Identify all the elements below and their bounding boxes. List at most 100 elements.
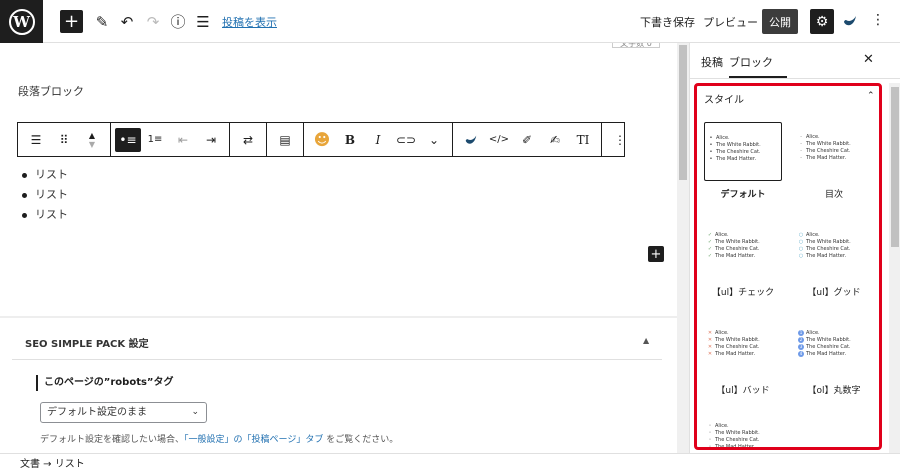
- style-option-card[interactable]: ✓ Alice. ✓ The White Rabbit. ✓ The Cheshire C…: [704, 220, 782, 298]
- swap-icon[interactable]: ⇄: [234, 123, 262, 156]
- list-marker-icon: ✕: [707, 351, 713, 357]
- preview-text: The White Rabbit.: [806, 337, 851, 343]
- editor-scrollbar[interactable]: [677, 43, 689, 453]
- style-option-card[interactable]: 1 Alice. 2 The White Rabbit. 3 The Cheshire C…: [795, 318, 873, 396]
- style-option-card[interactable]: ◦ Alice. ◦ The White Rabbit. ◦ The Cheshire C…: [704, 411, 782, 447]
- undo-button[interactable]: ↶: [117, 10, 137, 33]
- preview-text: The Mad Hatter.: [715, 351, 756, 357]
- settings-button[interactable]: ⚙: [810, 9, 834, 34]
- preview-text: The Cheshire Cat.: [806, 148, 851, 154]
- pen-icon: ✎: [95, 12, 109, 31]
- tab-block[interactable]: ブロック: [729, 54, 773, 70]
- style-preview-line: ◦ Alice.: [707, 423, 782, 430]
- style-option-label: デフォルト: [720, 190, 766, 200]
- outdent-icon[interactable]: ⇤: [169, 123, 197, 156]
- style-preview: ○ Alice. ○ The White Rabbit. ○ The Cheshire C…: [795, 220, 873, 279]
- paragraph-block[interactable]: 段落ブロック: [18, 83, 84, 99]
- details-button[interactable]: ⓘ: [168, 10, 188, 33]
- list-marker-icon: ✓: [707, 253, 713, 259]
- toolbar-group-move: ☰ ⠿ ▲ ▼: [18, 123, 111, 156]
- ordered-list-icon[interactable]: 1≡: [141, 123, 169, 156]
- close-icon[interactable]: ✕: [863, 52, 874, 67]
- parent-list-icon[interactable]: ☰: [22, 123, 50, 156]
- scrollbar-thumb[interactable]: [679, 45, 687, 180]
- sidebar-scrollbar[interactable]: [889, 83, 900, 453]
- list-item[interactable]: リスト: [22, 165, 68, 185]
- publish-button[interactable]: 公開: [762, 9, 798, 34]
- preview-text: Alice.: [806, 330, 820, 336]
- options-kebab-icon[interactable]: ⋮: [606, 123, 634, 156]
- preview-text: The White Rabbit.: [806, 239, 851, 245]
- marker-icon[interactable]: ✍: [541, 123, 569, 156]
- edit-tool-button[interactable]: ✎: [92, 10, 112, 33]
- toolbar-group-list: •≡ 1≡ ⇤ ⇥: [111, 123, 230, 156]
- code-icon[interactable]: </>: [485, 123, 513, 156]
- chevron-up-icon[interactable]: ⌃: [867, 91, 875, 101]
- kebab-icon[interactable]: ⋮: [871, 12, 885, 28]
- list-view-button[interactable]: ☰: [193, 10, 213, 33]
- tab-post[interactable]: 投稿: [701, 54, 723, 70]
- collapse-triangle-icon[interactable]: ▲: [643, 336, 649, 345]
- highlighter-icon[interactable]: ✐: [513, 123, 541, 156]
- style-option-card[interactable]: • Alice. • The White Rabbit. • The Cheshire C…: [704, 122, 782, 200]
- list-marker-icon: 2: [798, 337, 804, 343]
- seo-panel-header[interactable]: SEO SIMPLE PACK 設定 ▲: [12, 323, 662, 360]
- style-preview-line: • Alice.: [708, 135, 781, 142]
- preview-text: Alice.: [806, 232, 820, 238]
- style-preview-line: · The White Rabbit.: [798, 141, 873, 148]
- paint-roller-icon[interactable]: ▤: [271, 123, 299, 156]
- swell-format-icon[interactable]: [457, 123, 485, 156]
- preview-button[interactable]: プレビュー: [703, 14, 758, 30]
- style-preview-line: ✕ The Cheshire Cat.: [707, 344, 782, 351]
- style-preview-line: ○ The White Rabbit.: [798, 239, 873, 246]
- text-type-icon[interactable]: TI: [569, 123, 597, 156]
- link-icon[interactable]: ⊂⊃: [392, 123, 420, 156]
- breadcrumb[interactable]: 文書 → リスト: [20, 455, 85, 470]
- list-item[interactable]: リスト: [22, 205, 68, 225]
- list-marker-icon: ✕: [707, 330, 713, 336]
- preview-text: The Mad Hatter.: [715, 253, 756, 259]
- robots-select[interactable]: デフォルト設定のまま ⌄: [40, 402, 207, 423]
- style-preview-line: ◦ The Mad Hatter.: [707, 444, 782, 447]
- move-up-down-button[interactable]: ▲ ▼: [78, 123, 106, 156]
- style-option-card[interactable]: ○ Alice. ○ The White Rabbit. ○ The Cheshire C…: [795, 220, 873, 298]
- style-preview-line: 1 Alice.: [798, 330, 873, 337]
- list-view-icon: ☰: [196, 12, 210, 31]
- robots-note: デフォルト設定を確認したい場合、「一般設定」の「投稿ページ」タブ をご覧ください…: [40, 432, 398, 445]
- italic-button[interactable]: I: [364, 123, 392, 156]
- wordpress-logo-button[interactable]: W: [0, 0, 43, 43]
- list-block[interactable]: リスト リスト リスト: [22, 165, 68, 225]
- list-marker-icon: ·: [800, 141, 802, 147]
- view-post-link[interactable]: 投稿を表示: [222, 14, 277, 30]
- style-panel-title: スタイル: [704, 95, 744, 106]
- bold-button[interactable]: B: [336, 123, 364, 156]
- cat-icon[interactable]: ☻: [308, 123, 336, 156]
- info-icon: ⓘ: [170, 13, 186, 31]
- scrollbar-thumb[interactable]: [891, 87, 899, 247]
- style-preview-line: 2 The White Rabbit.: [798, 337, 873, 344]
- style-option-card[interactable]: ✕ Alice. ✕ The White Rabbit. ✕ The Cheshire C…: [704, 318, 782, 396]
- swell-icon[interactable]: [842, 13, 858, 29]
- general-settings-link[interactable]: 「一般設定」の「投稿ページ」タブ: [184, 435, 323, 445]
- unordered-list-icon[interactable]: •≡: [115, 127, 141, 152]
- indent-icon[interactable]: ⇥: [197, 123, 225, 156]
- drag-handle-icon[interactable]: ⠿: [50, 123, 78, 156]
- note-suffix: をご覧ください。: [323, 435, 399, 445]
- style-preview: · Alice. · The White Rabbit. · The Cheshire C…: [795, 122, 873, 181]
- more-format-chevron-icon[interactable]: ⌄: [420, 123, 448, 156]
- redo-button[interactable]: ↷: [143, 10, 163, 33]
- preview-text: The Mad Hatter.: [806, 155, 847, 161]
- style-option-card[interactable]: · Alice. · The White Rabbit. · The Cheshire C…: [795, 122, 873, 200]
- list-item[interactable]: リスト: [22, 185, 68, 205]
- style-preview-line: ◦ The White Rabbit.: [707, 430, 782, 437]
- block-inserter-button[interactable]: +: [648, 246, 664, 262]
- list-marker-icon: ○: [798, 239, 804, 245]
- chevron-down-icon: ▼: [88, 139, 96, 149]
- style-preview: 1 Alice. 2 The White Rabbit. 3 The Cheshire C…: [795, 318, 873, 377]
- save-draft-button[interactable]: 下書き保存: [640, 14, 695, 30]
- toolbar-group-swell: </> ✐ ✍ TI: [453, 123, 602, 156]
- style-preview-line: ○ The Mad Hatter.: [798, 253, 873, 260]
- preview-text: Alice.: [715, 232, 729, 238]
- style-preview-line: · Alice.: [798, 134, 873, 141]
- add-block-button[interactable]: +: [60, 10, 83, 33]
